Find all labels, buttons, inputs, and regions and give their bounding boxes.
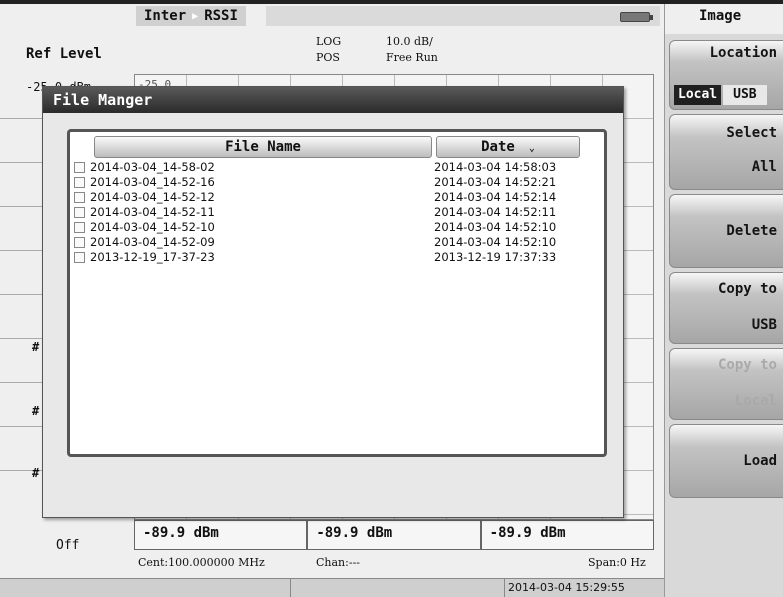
file-date: 2014-03-04 14:52:10 [434, 235, 557, 249]
file-row[interactable]: 2014-03-04_14-52-12 2014-03-04 14:52:14 [72, 190, 602, 205]
copy-to-local-line1: Copy to [717, 357, 777, 373]
location-usb-option[interactable]: USB [723, 85, 767, 105]
column-header-file-name[interactable]: File Name [94, 136, 432, 158]
file-date: 2014-03-04 14:52:21 [434, 175, 557, 189]
channel: Chan:--- [316, 556, 360, 569]
location-softkey[interactable]: Location Local USB [669, 40, 783, 110]
status-divider [290, 579, 291, 597]
center-frequency: Cent:100.000000 MHz [138, 556, 265, 569]
file-name: 2013-12-19_17-37-23 [90, 250, 215, 264]
tab-measure[interactable]: RSSI [204, 8, 238, 24]
location-toggle: Local USB [674, 85, 767, 105]
file-checkbox[interactable] [74, 207, 85, 218]
dialog-title: File Manger [43, 87, 623, 113]
copy-to-usb-softkey[interactable]: Copy to USB [669, 272, 783, 344]
battery-icon [620, 12, 653, 22]
marker-state: Off [56, 538, 80, 553]
trigger-slope: POS [316, 51, 340, 64]
file-checkbox[interactable] [74, 192, 85, 203]
file-date: 2014-03-04 14:52:14 [434, 190, 557, 204]
copy-to-local-line2: Local [734, 393, 777, 409]
file-checkbox[interactable] [74, 222, 85, 233]
clock: 2014-03-04 15:29:55 [508, 581, 625, 594]
tab-mode[interactable]: Inter [144, 8, 186, 24]
chevron-down-icon: ⌄ [528, 143, 535, 154]
file-name: 2014-03-04_14-52-09 [90, 235, 215, 249]
file-date: 2014-03-04 14:52:11 [434, 205, 557, 219]
status-bar: 2014-03-04 15:29:55 [0, 578, 664, 597]
file-checkbox[interactable] [74, 162, 85, 173]
menu-title: Image [665, 4, 783, 34]
status-divider [504, 579, 505, 597]
file-name: 2014-03-04_14-52-16 [90, 175, 215, 189]
file-name: 2014-03-04_14-52-12 [90, 190, 215, 204]
file-name: 2014-03-04_14-58-02 [90, 160, 215, 174]
file-row[interactable]: 2014-03-04_14-58-02 2014-03-04 14:58:03 [72, 160, 602, 175]
delete-label: Delete [726, 223, 777, 239]
file-row[interactable]: 2014-03-04_14-52-10 2014-03-04 14:52:10 [72, 220, 602, 235]
span: Span:0 Hz [588, 556, 646, 569]
copy-to-local-softkey[interactable]: Copy to Local [669, 348, 783, 420]
tab-separator-icon: ▶ [192, 10, 199, 22]
file-list: 2014-03-04_14-58-02 2014-03-04 14:58:03 20… [72, 160, 602, 265]
file-date: 2013-12-19 17:37:33 [434, 250, 557, 264]
file-name: 2014-03-04_14-52-11 [90, 205, 215, 219]
marker-readout-2[interactable]: -89.9 dBm [307, 520, 481, 550]
location-label: Location [709, 45, 777, 61]
trigger-mode: Free Run [386, 51, 438, 64]
load-label: Load [743, 453, 777, 469]
file-name: 2014-03-04_14-52-10 [90, 220, 215, 234]
select-value: All [751, 159, 777, 175]
column-header-date[interactable]: Date ⌄ [436, 136, 580, 158]
file-checkbox[interactable] [74, 177, 85, 188]
ref-level-label: Ref Level [26, 46, 102, 62]
file-row[interactable]: 2013-12-19_17-37-23 2013-12-19 17:37:33 [72, 250, 602, 265]
file-row[interactable]: 2014-03-04_14-52-09 2014-03-04 14:52:10 [72, 235, 602, 250]
marker-readouts: -89.9 dBm -89.9 dBm -89.9 dBm [134, 520, 654, 550]
load-softkey[interactable]: Load [669, 424, 783, 498]
scale-div: 10.0 dB/ [386, 35, 433, 48]
copy-to-usb-line1: Copy to [717, 281, 777, 297]
file-manager-dialog: File Manger File Name Date ⌄ 2014-03-04_1… [42, 86, 624, 518]
location-local-option[interactable]: Local [674, 85, 722, 105]
marker-hash-2: # [32, 404, 40, 418]
marker-hash-1: # [32, 340, 40, 354]
select-label: Select [726, 125, 777, 141]
file-date: 2014-03-04 14:52:10 [434, 220, 557, 234]
header-bar [266, 6, 660, 26]
file-checkbox[interactable] [74, 237, 85, 248]
file-list-box: File Name Date ⌄ 2014-03-04_14-58-02 2014-… [67, 129, 607, 457]
file-checkbox[interactable] [74, 252, 85, 263]
file-row[interactable]: 2014-03-04_14-52-11 2014-03-04 14:52:11 [72, 205, 602, 220]
mode-tabs: Inter ▶ RSSI [136, 6, 246, 26]
scale-info-2: 10.0 dB/ Free Run [386, 34, 438, 66]
scale-info: LOG POS [316, 34, 341, 66]
scale-type: LOG [316, 35, 342, 48]
marker-readout-3[interactable]: -89.9 dBm [480, 520, 654, 550]
marker-hash-3: # [32, 466, 40, 480]
marker-readout-1[interactable]: -89.9 dBm [134, 520, 308, 550]
delete-softkey[interactable]: Delete [669, 194, 783, 268]
copy-to-usb-line2: USB [751, 317, 777, 333]
select-all-softkey[interactable]: Select All [669, 114, 783, 190]
file-row[interactable]: 2014-03-04_14-52-16 2014-03-04 14:52:21 [72, 175, 602, 190]
column-header-date-label: Date [481, 139, 515, 155]
softkey-menu: Image Location Local USB Select All Dele… [664, 4, 783, 597]
file-date: 2014-03-04 14:58:03 [434, 160, 557, 174]
